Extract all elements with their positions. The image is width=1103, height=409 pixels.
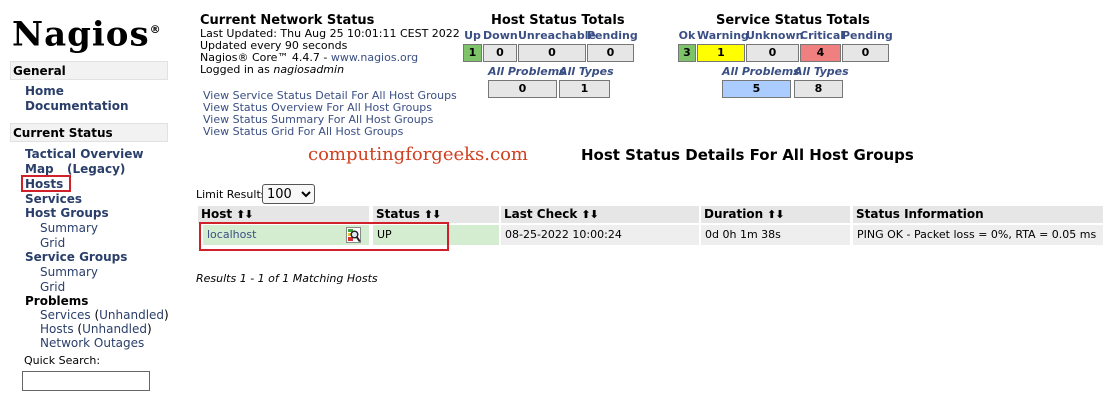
sidebar-problems-services-row: Services (Unhandled): [40, 308, 169, 322]
sidebar-item-network-outages[interactable]: Network Outages: [40, 336, 144, 350]
column-header-last-check-label: Last Check: [504, 207, 578, 221]
host-total-header-down[interactable]: Down: [483, 30, 518, 42]
service-totals-title: Service Status Totals: [716, 13, 870, 28]
column-header-host-label: Host: [201, 207, 233, 221]
sidebar-item-host-groups[interactable]: Host Groups: [25, 206, 109, 220]
sidebar-item-service-groups-grid[interactable]: Grid: [40, 280, 65, 294]
sidebar-item-service-groups-summary[interactable]: Summary: [40, 265, 98, 279]
sidebar-item-service-groups[interactable]: Service Groups: [25, 250, 127, 264]
column-header-last-check: Last Check ⬆⬇: [501, 206, 699, 223]
logged-in-text: Logged in as: [200, 63, 274, 76]
host-total-header-unreachable[interactable]: Unreachable: [518, 30, 596, 42]
sort-arrows-icon[interactable]: ⬆⬇: [424, 208, 441, 221]
sidebar-item-host-groups-summary[interactable]: Summary: [40, 221, 98, 235]
service-total-header-critical[interactable]: Critical: [800, 30, 844, 42]
service-all-problems-count: 5: [722, 80, 791, 98]
column-header-status-information: Status Information: [853, 206, 1103, 223]
service-all-types-count: 8: [794, 80, 843, 98]
host-all-problems-label[interactable]: All Problems: [488, 66, 566, 78]
host-all-problems-count: 0: [488, 80, 557, 98]
sidebar-item-host-groups-grid[interactable]: Grid: [40, 236, 65, 250]
last-check-cell: 08-25-2022 10:00:24: [501, 225, 699, 245]
duration-cell: 0d 0h 1m 38s: [701, 225, 850, 245]
sidebar-section-general: General: [10, 61, 168, 80]
sidebar-section-current-status: Current Status: [10, 123, 168, 142]
page-title: Current Network Status: [200, 13, 375, 28]
sidebar-item-documentation[interactable]: Documentation: [25, 99, 129, 113]
sidebar-item-services[interactable]: Services: [25, 192, 82, 206]
host-total-down-count: 0: [483, 44, 517, 62]
service-total-warning-count: 1: [697, 44, 745, 62]
sidebar-item-problem-hosts[interactable]: Hosts: [40, 322, 74, 336]
column-header-status: Status ⬆⬇: [373, 206, 499, 223]
logged-in-line: Logged in as nagiosadmin: [200, 64, 344, 76]
sidebar-item-home[interactable]: Home: [25, 84, 64, 98]
service-total-header-ok[interactable]: Ok: [678, 30, 696, 42]
host-total-up-count: 1: [463, 44, 482, 62]
nagios-logo[interactable]: Nagios®: [12, 10, 162, 54]
service-all-problems-label[interactable]: All Problems: [722, 66, 800, 78]
service-total-pending-count: 0: [842, 44, 889, 62]
sidebar-item-tactical-overview[interactable]: Tactical Overview: [25, 147, 143, 161]
link-status-grid[interactable]: View Status Grid For All Host Groups: [203, 126, 403, 138]
sidebar-item-problems: Problems: [25, 294, 89, 308]
service-total-ok-count: 3: [678, 44, 696, 62]
host-totals-title: Host Status Totals: [491, 13, 625, 28]
host-all-types-count: 1: [559, 80, 610, 98]
sort-arrows-icon[interactable]: ⬆⬇: [236, 208, 253, 221]
column-header-duration: Duration ⬆⬇: [701, 206, 850, 223]
host-total-header-up[interactable]: Up: [463, 30, 482, 42]
sidebar-item-services-unhandled[interactable]: Unhandled: [99, 308, 164, 322]
limit-results-select[interactable]: 100: [262, 184, 315, 204]
column-header-status-label: Status: [376, 207, 420, 221]
sort-arrows-icon[interactable]: ⬆⬇: [581, 208, 598, 221]
service-total-header-unknown[interactable]: Unknown: [746, 30, 803, 42]
logged-in-user: nagiosadmin: [273, 63, 345, 76]
watermark-text: computingforgeeks.com: [308, 144, 528, 165]
status-information-cell: PING OK - Packet loss = 0%, RTA = 0.05 m…: [853, 225, 1103, 245]
sort-arrows-icon[interactable]: ⬆⬇: [767, 208, 784, 221]
results-count-text: Results 1 - 1 of 1 Matching Hosts: [196, 272, 378, 285]
service-total-critical-count: 4: [800, 44, 841, 62]
host-all-types-label[interactable]: All Types: [559, 66, 614, 78]
service-total-unknown-count: 0: [746, 44, 799, 62]
column-header-duration-label: Duration: [704, 207, 764, 221]
logo-registered-mark: ®: [149, 23, 162, 36]
host-total-header-pending[interactable]: Pending: [587, 30, 638, 42]
quick-search-label: Quick Search:: [24, 354, 101, 367]
column-header-host: Host ⬆⬇: [198, 206, 369, 223]
service-total-header-warning[interactable]: Warning: [697, 30, 749, 42]
sidebar-problems-hosts-row: Hosts (Unhandled): [40, 322, 152, 336]
host-row-highlight-box: [199, 222, 449, 251]
quick-search-input[interactable]: [22, 371, 150, 391]
logo-text: Nagios: [12, 14, 150, 55]
sidebar-item-map-legacy[interactable]: (Legacy): [67, 162, 125, 176]
service-total-header-pending[interactable]: Pending: [842, 30, 893, 42]
host-total-pending-count: 0: [587, 44, 634, 62]
sidebar-item-problem-services[interactable]: Services: [40, 308, 91, 322]
host-total-unreachable-count: 0: [518, 44, 586, 62]
limit-results-label: Limit Results:: [196, 188, 271, 201]
host-status-details-title: Host Status Details For All Host Groups: [581, 146, 914, 164]
sidebar-item-hosts[interactable]: Hosts: [25, 177, 63, 191]
service-all-types-label[interactable]: All Types: [794, 66, 849, 78]
sidebar-item-hosts-unhandled[interactable]: Unhandled: [82, 322, 147, 336]
sidebar-item-map[interactable]: Map: [25, 162, 54, 176]
column-header-status-information-label: Status Information: [856, 207, 984, 221]
